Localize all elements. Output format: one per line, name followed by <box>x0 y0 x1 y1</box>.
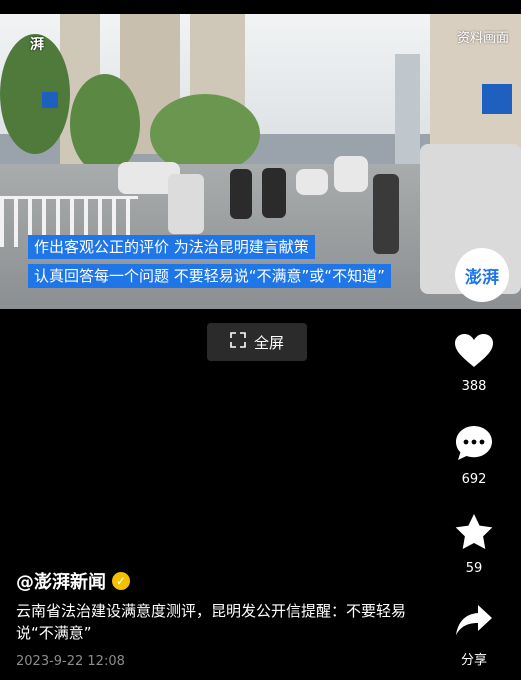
video-car <box>296 169 328 195</box>
verified-badge-icon: ✓ <box>112 572 130 590</box>
video-player[interactable]: 湃 资料画面 作出客观公正的评价 为法治昆明建言献策 认真回答每一个问题 不要轻… <box>0 14 521 309</box>
like-button[interactable]: 388 <box>442 333 506 394</box>
video-rider <box>230 169 252 219</box>
post-description: 云南省法治建设满意度测评，昆明发公开信提醒：不要轻易说“不满意” <box>16 602 407 642</box>
comment-button[interactable]: 692 <box>442 424 506 487</box>
share-icon <box>454 605 494 643</box>
post-timestamp: 2023-9-22 12:08 <box>16 654 125 669</box>
video-logo: 湃 <box>30 37 44 53</box>
video-car <box>334 156 368 192</box>
fullscreen-label: 全屏 <box>253 333 284 352</box>
archive-footage-label: 资料画面 <box>456 31 509 46</box>
expand-icon <box>230 332 246 352</box>
video-sign <box>42 92 58 108</box>
share-label: 分享 <box>460 653 487 668</box>
video-rider <box>168 174 204 234</box>
favorite-button[interactable]: 59 <box>442 513 506 576</box>
video-caption-line-2: 认真回答每一个问题 不要轻易说“不满意”或“不知道” <box>28 264 391 288</box>
thepaper-watermark: 澎湃 <box>455 248 509 302</box>
author-name[interactable]: @澎湃新闻 <box>16 568 106 594</box>
heart-icon <box>454 334 494 373</box>
comment-count: 692 <box>461 472 487 487</box>
author-name-row[interactable]: @澎湃新闻 ✓ <box>16 568 130 594</box>
video-sign <box>482 84 512 114</box>
comment-icon <box>454 426 494 466</box>
star-icon <box>454 514 494 555</box>
video-building <box>395 54 420 164</box>
video-pedestrian <box>373 174 399 254</box>
video-rider <box>262 168 286 218</box>
video-caption-line-1: 作出客观公正的评价 为法治昆明建言献策 <box>28 235 315 259</box>
share-button[interactable]: 分享 <box>442 603 506 668</box>
fullscreen-button[interactable]: 全屏 <box>207 323 307 361</box>
favorite-count: 59 <box>465 561 483 576</box>
video-tree <box>70 74 140 174</box>
like-count: 388 <box>461 379 487 394</box>
